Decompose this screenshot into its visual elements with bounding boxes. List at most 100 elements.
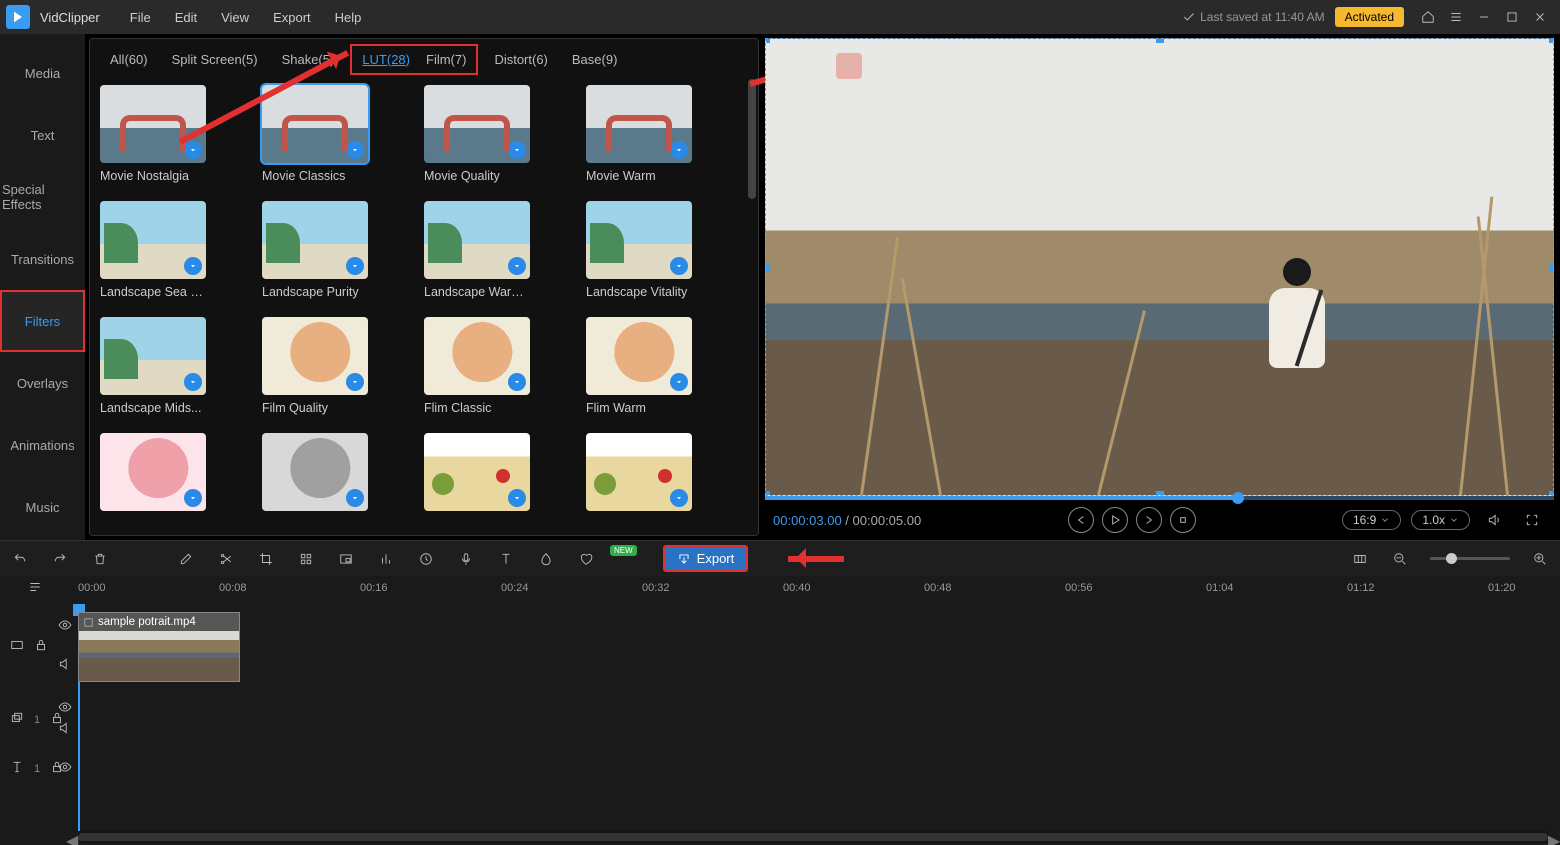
filter-item[interactable] [586, 433, 692, 517]
sidebar-item-overlays[interactable]: Overlays [0, 352, 85, 414]
levels-icon[interactable] [376, 549, 396, 569]
download-icon[interactable] [346, 257, 364, 275]
video-track-icon[interactable] [10, 638, 24, 657]
zoom-in-icon[interactable] [1530, 549, 1550, 569]
filter-thumbnail[interactable] [262, 433, 368, 511]
aspect-ratio-selector[interactable]: 16:9 [1342, 510, 1401, 530]
volume-icon[interactable] [1480, 506, 1508, 534]
filter-item[interactable]: Landscape Purity [262, 201, 368, 299]
lock-icon[interactable] [34, 638, 48, 657]
menu-view[interactable]: View [209, 0, 261, 34]
download-icon[interactable] [184, 373, 202, 391]
edit-icon[interactable] [176, 549, 196, 569]
play-button[interactable] [1102, 507, 1128, 533]
filter-item[interactable] [100, 433, 206, 517]
filter-item[interactable]: Movie Warm [586, 85, 692, 183]
filter-thumbnail[interactable] [586, 433, 692, 511]
delete-icon[interactable] [90, 549, 110, 569]
filter-item[interactable]: Movie Classics [262, 85, 368, 183]
filter-item[interactable]: Landscape Vitality [586, 201, 692, 299]
filter-thumbnail[interactable] [262, 85, 368, 163]
thumbnails-icon[interactable] [1350, 549, 1370, 569]
visibility-icon[interactable] [58, 700, 72, 719]
crop-icon[interactable] [256, 549, 276, 569]
filter-thumbnail[interactable] [424, 201, 530, 279]
menu-file[interactable]: File [118, 0, 163, 34]
minimize-icon[interactable] [1470, 3, 1498, 31]
download-icon[interactable] [670, 489, 688, 507]
filter-thumbnail[interactable] [586, 201, 692, 279]
download-icon[interactable] [508, 373, 526, 391]
filter-thumbnail[interactable] [100, 317, 206, 395]
timeline-scrollbar[interactable]: ◀ ▶ [78, 831, 1548, 843]
activated-badge[interactable]: Activated [1335, 7, 1404, 27]
stop-button[interactable] [1170, 507, 1196, 533]
download-icon[interactable] [508, 257, 526, 275]
filter-category[interactable]: LUT(28) [354, 48, 418, 71]
zoom-slider[interactable] [1430, 557, 1510, 560]
visibility-icon[interactable] [58, 760, 72, 779]
filter-thumbnail[interactable] [586, 85, 692, 163]
filter-thumbnail[interactable] [424, 433, 530, 511]
filter-thumbnail[interactable] [100, 201, 206, 279]
menu-export[interactable]: Export [261, 0, 323, 34]
video-clip[interactable]: sample potrait.mp4 [78, 612, 240, 682]
filter-category[interactable]: All(60) [102, 48, 156, 71]
filter-thumbnail[interactable] [424, 317, 530, 395]
zoom-out-icon[interactable] [1390, 549, 1410, 569]
preview-seekbar[interactable] [765, 496, 1554, 500]
download-icon[interactable] [670, 257, 688, 275]
next-frame-button[interactable] [1136, 507, 1162, 533]
text-tool-icon[interactable] [496, 549, 516, 569]
sidebar-item-filters[interactable]: Filters [0, 290, 85, 352]
close-icon[interactable] [1526, 3, 1554, 31]
mic-icon[interactable] [456, 549, 476, 569]
filter-item[interactable]: Landscape Mids... [100, 317, 206, 415]
search-icon[interactable] [836, 53, 862, 79]
sidebar-item-transitions[interactable]: Transitions [0, 228, 85, 290]
filter-category[interactable]: Split Screen(5) [164, 48, 266, 71]
duration-icon[interactable] [416, 549, 436, 569]
download-icon[interactable] [184, 257, 202, 275]
download-icon[interactable] [184, 489, 202, 507]
filter-thumbnail[interactable] [100, 85, 206, 163]
sidebar-item-music[interactable]: Music [0, 476, 85, 538]
sidebar-item-special-effects[interactable]: Special Effects [0, 166, 85, 228]
filter-item[interactable]: Film Quality [262, 317, 368, 415]
filter-item[interactable]: Flim Classic [424, 317, 530, 415]
fullscreen-icon[interactable] [1518, 506, 1546, 534]
filter-item[interactable]: Flim Warm [586, 317, 692, 415]
mute-icon[interactable] [58, 721, 72, 740]
split-icon[interactable] [216, 549, 236, 569]
redo-icon[interactable] [50, 549, 70, 569]
filter-item[interactable]: Landscape Warm... [424, 201, 530, 299]
undo-icon[interactable] [10, 549, 30, 569]
hamburger-icon[interactable] [1442, 3, 1470, 31]
maximize-icon[interactable] [1498, 3, 1526, 31]
prev-frame-button[interactable] [1068, 507, 1094, 533]
download-icon[interactable] [184, 141, 202, 159]
download-icon[interactable] [346, 373, 364, 391]
filter-item[interactable]: Movie Nostalgia [100, 85, 206, 183]
track-menu-icon[interactable] [28, 580, 42, 599]
speed-selector[interactable]: 1.0x [1411, 510, 1470, 530]
sidebar-item-media[interactable]: Media [0, 42, 85, 104]
timeline-ruler[interactable]: 00:0000:0800:1600:2400:3200:4000:4800:56… [0, 576, 1560, 604]
menu-edit[interactable]: Edit [163, 0, 209, 34]
color-icon[interactable] [536, 549, 556, 569]
filter-item[interactable] [262, 433, 368, 517]
preview-canvas[interactable] [765, 38, 1554, 496]
filter-category[interactable]: Base(9) [564, 48, 626, 71]
sidebar-item-text[interactable]: Text [0, 104, 85, 166]
filter-thumbnail[interactable] [262, 317, 368, 395]
download-icon[interactable] [670, 373, 688, 391]
text-track-icon[interactable] [10, 760, 24, 779]
timeline-tracks[interactable]: sample potrait.mp4 1 1 [0, 604, 1560, 831]
filter-thumbnail[interactable] [424, 85, 530, 163]
filter-thumbnail[interactable] [262, 201, 368, 279]
filter-thumbnail[interactable] [100, 433, 206, 511]
filter-category[interactable]: Distort(6) [486, 48, 555, 71]
mosaic-icon[interactable] [296, 549, 316, 569]
filter-thumbnail[interactable] [586, 317, 692, 395]
download-icon[interactable] [346, 141, 364, 159]
